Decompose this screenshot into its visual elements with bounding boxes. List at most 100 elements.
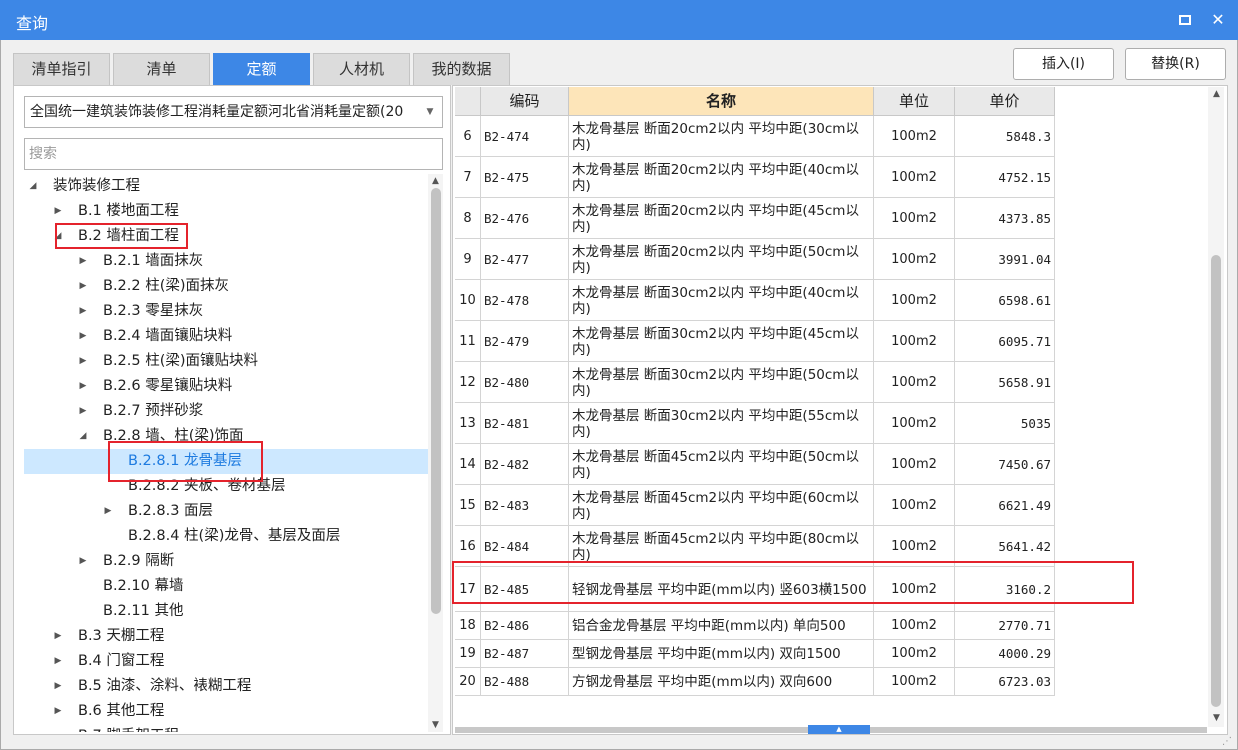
- tab-labor-material-machine[interactable]: 人材机: [313, 53, 410, 85]
- row-price[interactable]: 2770.71: [955, 612, 1055, 640]
- row-name[interactable]: 木龙骨基层 断面20cm2以内 平均中距(45cm以内): [569, 198, 874, 239]
- row-unit[interactable]: 100m2: [874, 612, 955, 640]
- row-name[interactable]: 型钢龙骨基层 平均中距(mm以内) 双向1500: [569, 640, 874, 668]
- collapsed-triangle-icon[interactable]: ▶: [77, 399, 89, 424]
- collapsed-triangle-icon[interactable]: ▶: [52, 699, 64, 724]
- insert-button[interactable]: 插入(I): [1013, 48, 1114, 80]
- row-unit[interactable]: 100m2: [874, 444, 955, 485]
- row-code[interactable]: B2-483: [481, 485, 569, 526]
- row-name[interactable]: 木龙骨基层 断面20cm2以内 平均中距(30cm以内): [569, 116, 874, 157]
- tree-node[interactable]: ▶ B.6 其他工程: [24, 699, 428, 724]
- maximize-icon[interactable]: [1175, 10, 1195, 30]
- tree-node[interactable]: B.2.8.2 夹板、卷材基层: [24, 474, 428, 499]
- row-name[interactable]: 轻钢龙骨基层 平均中距(mm以内) 竖603横1500: [569, 567, 874, 612]
- tree-node[interactable]: ▶ B.2.8.3 面层: [24, 499, 428, 524]
- collapsed-triangle-icon[interactable]: ▶: [77, 349, 89, 374]
- row-name[interactable]: 方钢龙骨基层 平均中距(mm以内) 双向600: [569, 668, 874, 696]
- row-code[interactable]: B2-477: [481, 239, 569, 280]
- replace-button[interactable]: 替换(R): [1125, 48, 1226, 80]
- row-name[interactable]: 木龙骨基层 断面20cm2以内 平均中距(40cm以内): [569, 157, 874, 198]
- row-name[interactable]: 木龙骨基层 断面30cm2以内 平均中距(55cm以内): [569, 403, 874, 444]
- row-code[interactable]: B2-481: [481, 403, 569, 444]
- column-header-price[interactable]: 单价: [955, 87, 1055, 116]
- scrollbar-thumb[interactable]: [431, 188, 441, 614]
- chevron-down-icon[interactable]: ▼: [418, 97, 442, 127]
- row-price[interactable]: 3991.04: [955, 239, 1055, 280]
- search-input[interactable]: [24, 138, 443, 170]
- row-price[interactable]: 4752.15: [955, 157, 1055, 198]
- row-price[interactable]: 3160.2: [955, 567, 1055, 612]
- tree-node[interactable]: ▶ B.2.3 零星抹灰: [24, 299, 428, 324]
- tree-node[interactable]: ▶ B.1 楼地面工程: [24, 199, 428, 224]
- row-price[interactable]: 5848.3: [955, 116, 1055, 157]
- tab-list-guide[interactable]: 清单指引: [13, 53, 110, 85]
- tree-node[interactable]: ▶ B.7 脚手架工程: [24, 724, 428, 732]
- tree-node[interactable]: B.2.11 其他: [24, 599, 428, 624]
- tree-node[interactable]: ◢ B.2.8 墙、柱(梁)饰面: [24, 424, 428, 449]
- tree-node[interactable]: ▶ B.2.1 墙面抹灰: [24, 249, 428, 274]
- column-header-unit[interactable]: 单位: [874, 87, 955, 116]
- collapsed-triangle-icon[interactable]: ▶: [102, 499, 114, 524]
- expanded-triangle-icon[interactable]: ◢: [52, 224, 64, 249]
- row-price[interactable]: 5641.42: [955, 526, 1055, 567]
- row-code[interactable]: B2-482: [481, 444, 569, 485]
- collapsed-triangle-icon[interactable]: ▶: [77, 374, 89, 399]
- row-code[interactable]: B2-488: [481, 668, 569, 696]
- collapsed-triangle-icon[interactable]: ▶: [77, 274, 89, 299]
- close-icon[interactable]: ✕: [1208, 10, 1228, 30]
- tree-node[interactable]: ◢ B.2 墙柱面工程: [24, 224, 428, 249]
- row-price[interactable]: 7450.67: [955, 444, 1055, 485]
- row-name[interactable]: 木龙骨基层 断面30cm2以内 平均中距(45cm以内): [569, 321, 874, 362]
- row-unit[interactable]: 100m2: [874, 362, 955, 403]
- row-name[interactable]: 木龙骨基层 断面30cm2以内 平均中距(40cm以内): [569, 280, 874, 321]
- row-price[interactable]: 6621.49: [955, 485, 1055, 526]
- row-unit[interactable]: 100m2: [874, 198, 955, 239]
- row-code[interactable]: B2-479: [481, 321, 569, 362]
- row-unit[interactable]: 100m2: [874, 526, 955, 567]
- row-unit[interactable]: 100m2: [874, 668, 955, 696]
- row-unit[interactable]: 100m2: [874, 321, 955, 362]
- collapsed-triangle-icon[interactable]: ▶: [52, 649, 64, 674]
- collapsed-triangle-icon[interactable]: ▶: [77, 249, 89, 274]
- row-code[interactable]: B2-474: [481, 116, 569, 157]
- row-price[interactable]: 6598.61: [955, 280, 1055, 321]
- grid-scrollbar[interactable]: ▲ ▼: [1208, 87, 1224, 727]
- tree-node[interactable]: ▶ B.2.4 墙面镶贴块料: [24, 324, 428, 349]
- scroll-up-icon[interactable]: ▲: [428, 174, 443, 188]
- row-code[interactable]: B2-480: [481, 362, 569, 403]
- column-header-code[interactable]: 编码: [481, 87, 569, 116]
- row-price[interactable]: 5035: [955, 403, 1055, 444]
- tab-list[interactable]: 清单: [113, 53, 210, 85]
- library-select[interactable]: 全国统一建筑装饰装修工程消耗量定额河北省消耗量定额(20 ▼: [24, 96, 443, 128]
- collapsed-triangle-icon[interactable]: ▶: [52, 724, 64, 732]
- row-name[interactable]: 铝合金龙骨基层 平均中距(mm以内) 单向500: [569, 612, 874, 640]
- row-unit[interactable]: 100m2: [874, 640, 955, 668]
- row-unit[interactable]: 100m2: [874, 403, 955, 444]
- tab-quota[interactable]: 定额: [213, 53, 310, 85]
- row-name[interactable]: 木龙骨基层 断面20cm2以内 平均中距(50cm以内): [569, 239, 874, 280]
- collapsed-triangle-icon[interactable]: ▶: [77, 299, 89, 324]
- row-name[interactable]: 木龙骨基层 断面45cm2以内 平均中距(60cm以内): [569, 485, 874, 526]
- row-unit[interactable]: 100m2: [874, 157, 955, 198]
- row-unit[interactable]: 100m2: [874, 485, 955, 526]
- tree-node[interactable]: B.2.8.4 柱(梁)龙骨、基层及面层: [24, 524, 428, 549]
- tree-node[interactable]: B.2.10 幕墙: [24, 574, 428, 599]
- row-unit[interactable]: 100m2: [874, 239, 955, 280]
- row-code[interactable]: B2-476: [481, 198, 569, 239]
- row-price[interactable]: 6095.71: [955, 321, 1055, 362]
- resize-grip-icon[interactable]: ⋰: [1222, 736, 1234, 748]
- tree-node[interactable]: ▶ B.2.9 隔断: [24, 549, 428, 574]
- tree-scrollbar[interactable]: ▲ ▼: [428, 174, 443, 732]
- tree-node[interactable]: ▶ B.2.2 柱(梁)面抹灰: [24, 274, 428, 299]
- scroll-down-icon[interactable]: ▼: [1209, 711, 1224, 725]
- row-price[interactable]: 4373.85: [955, 198, 1055, 239]
- row-name[interactable]: 木龙骨基层 断面30cm2以内 平均中距(50cm以内): [569, 362, 874, 403]
- row-code[interactable]: B2-487: [481, 640, 569, 668]
- row-unit[interactable]: 100m2: [874, 116, 955, 157]
- row-unit[interactable]: 100m2: [874, 567, 955, 612]
- collapsed-triangle-icon[interactable]: ▶: [52, 199, 64, 224]
- row-code[interactable]: B2-484: [481, 526, 569, 567]
- tree-node[interactable]: ▶ B.4 门窗工程: [24, 649, 428, 674]
- scroll-up-icon[interactable]: ▲: [1209, 87, 1224, 101]
- scrollbar-thumb[interactable]: [1211, 255, 1221, 707]
